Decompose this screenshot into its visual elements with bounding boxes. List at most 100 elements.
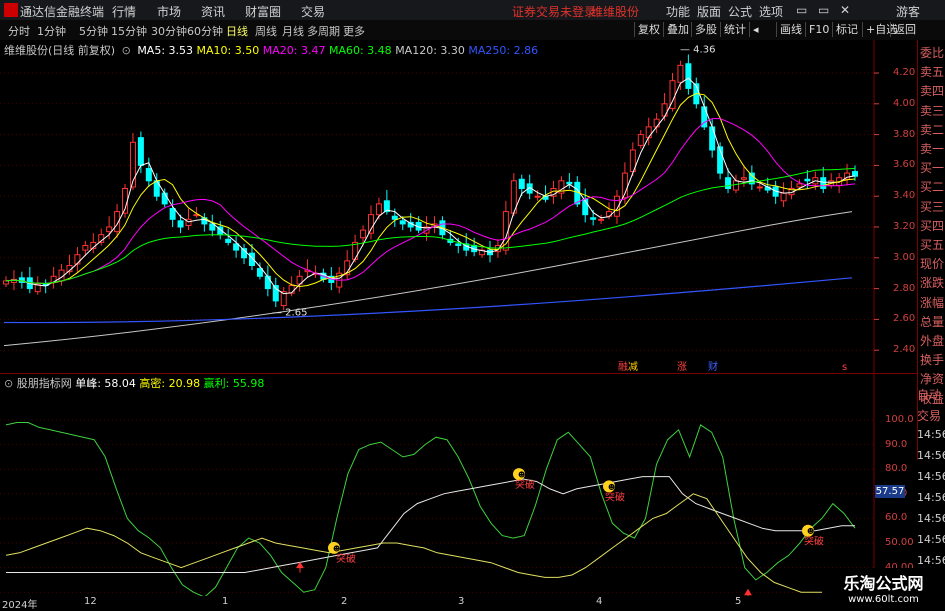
indicator-name: 股朋指标网	[16, 377, 72, 390]
ma10-label: MA10: 3.50	[196, 44, 260, 57]
restore-icon[interactable]: ▭	[818, 3, 829, 17]
candle-body	[852, 171, 858, 177]
x-tick-3: 3	[458, 596, 465, 607]
top-menu-bar: 通达信金融终端 行情 市场 资讯 财富圈 交易 证券交易未登录 维维股份 功能 …	[0, 0, 945, 21]
menu-trade[interactable]: 交易	[301, 3, 325, 20]
fuquan-button[interactable]: 复权	[634, 22, 663, 37]
quote-label: 卖五	[920, 65, 945, 80]
quote-label: 总量	[920, 314, 945, 329]
x-tick-5: 5	[735, 596, 742, 607]
watermark-url: www.60lt.com	[848, 594, 919, 605]
candle-body	[590, 217, 597, 220]
price-tick: 3.40	[893, 190, 916, 202]
candle-body	[137, 137, 144, 166]
candle-body	[637, 134, 644, 146]
price-tick: 4.20	[893, 67, 916, 78]
candle-body	[106, 226, 113, 233]
login-notice[interactable]: 证券交易未登录	[512, 3, 596, 20]
period-60min[interactable]: 60分钟	[187, 23, 223, 39]
overlay-button[interactable]: 叠加	[663, 22, 692, 37]
period-multi[interactable]: 多周期	[307, 23, 340, 39]
f10-button[interactable]: F10	[805, 22, 832, 37]
quote-panel-times: 自动交易14:5614:5614:5614:5614:5614:5614:561…	[917, 380, 945, 596]
price-tick: 2.60	[893, 313, 916, 325]
candle-body	[375, 203, 382, 216]
kline-chart[interactable]: — 4.36 — 2.65 融减 涨 财 s	[0, 40, 917, 373]
candle-body	[534, 195, 541, 198]
stats-button[interactable]: 统计	[720, 22, 749, 37]
menu-options[interactable]: 选项	[759, 3, 783, 20]
indicator-tick: 90.0	[885, 438, 908, 450]
user-label[interactable]: 游客	[896, 3, 920, 20]
candle-body	[233, 243, 240, 251]
period-fenshi[interactable]: 分时	[8, 23, 30, 39]
candle-body	[145, 167, 152, 182]
period-15min[interactable]: 15分钟	[111, 23, 147, 39]
indicator-tick: 80.0	[885, 463, 908, 475]
menu-function[interactable]: 功能	[666, 3, 690, 20]
candle-body	[756, 186, 763, 189]
face-icon-glyph: ☻	[333, 545, 340, 553]
period-weekly[interactable]: 周线	[255, 23, 277, 39]
menu-formula[interactable]: 公式	[728, 3, 752, 20]
play-icon[interactable]: ◂	[749, 22, 777, 37]
period-1min[interactable]: 1分钟	[37, 23, 66, 39]
indicator-tick: 50.00	[885, 537, 914, 548]
candle-body	[645, 126, 652, 139]
quote-time: 自动	[917, 388, 942, 402]
minimize-icon[interactable]: ▭	[796, 3, 807, 17]
watermark: 乐淘公式网 www.60lt.com	[822, 568, 945, 609]
quote-label: 卖二	[920, 122, 945, 137]
period-30min[interactable]: 30分钟	[151, 23, 187, 39]
main-legend: 维维股份(日线 前复权) ⊙ MA5: 3.53 MA10: 3.50 MA20…	[4, 42, 538, 58]
indicator-tick: 60.0	[885, 512, 908, 524]
candle-body	[161, 192, 168, 205]
menu-news[interactable]: 资讯	[201, 3, 225, 20]
period-more[interactable]: 更多	[343, 23, 365, 39]
price-tick: 3.80	[893, 128, 916, 140]
candle-body	[74, 254, 81, 265]
menu-wealth[interactable]: 财富圈	[245, 3, 281, 20]
event-marker: 减	[628, 361, 638, 373]
app-logo-icon	[4, 3, 18, 17]
period-bar: 分时 1分钟 5分钟 15分钟 30分钟 60分钟 日线 周线 月线 多周期 更…	[0, 20, 945, 41]
quote-time: 14:56	[917, 470, 945, 483]
quote-label: 买二	[920, 180, 945, 195]
breakout-label: 突破	[804, 535, 824, 548]
ma20-label: MA20: 3.47	[262, 44, 326, 57]
breakout-label: 突破	[515, 478, 535, 491]
quote-label: 换手	[920, 353, 945, 368]
period-5min[interactable]: 5分钟	[79, 23, 108, 39]
x-tick-4: 4	[596, 596, 603, 607]
draw-button[interactable]: 画线	[776, 22, 805, 37]
candle-body	[732, 180, 739, 191]
face-icon-glyph: ☻	[608, 483, 615, 491]
low-annotation: — 2.65	[272, 308, 307, 319]
sub-legend: ⊙ 股朋指标网 单峰: 58.04 高密: 20.98 赢利: 55.98	[4, 375, 264, 391]
close-icon[interactable]: ✕	[840, 3, 850, 17]
current-value-badge: 57.57	[875, 485, 905, 498]
mark-button[interactable]: 标记	[832, 22, 861, 37]
price-tick: 3.00	[893, 251, 916, 263]
stock-title: 维维股份	[591, 5, 640, 19]
multi-stock-button[interactable]: 多股	[691, 22, 720, 37]
quote-time: 14:56	[917, 512, 945, 525]
face-icon-glyph: ☻	[807, 528, 814, 536]
candle-body	[780, 192, 787, 202]
event-marker: s	[842, 362, 847, 373]
period-daily[interactable]: 日线	[226, 23, 248, 39]
quote-label: 买四	[920, 218, 945, 233]
event-marker: 融	[618, 361, 628, 373]
stock-name-label: 维维股份(日线 前复权)	[4, 44, 116, 57]
menu-quotes[interactable]: 行情	[112, 3, 136, 20]
profit-label: 赢利: 55.98	[203, 377, 265, 390]
sub-settings-icon[interactable]: ⊙	[4, 377, 13, 390]
indicator-chart[interactable]: ☻突破☻突破 ☻突破☻突破	[0, 373, 917, 596]
single-peak-label: 单峰: 58.04	[75, 377, 136, 390]
period-monthly[interactable]: 月线	[282, 23, 304, 39]
menu-market[interactable]: 市场	[157, 3, 181, 20]
candle-body	[653, 118, 660, 128]
menu-layout[interactable]: 版面	[697, 3, 721, 20]
settings-icon[interactable]: ⊙	[122, 44, 131, 57]
back-button[interactable]: 返回	[890, 22, 919, 37]
